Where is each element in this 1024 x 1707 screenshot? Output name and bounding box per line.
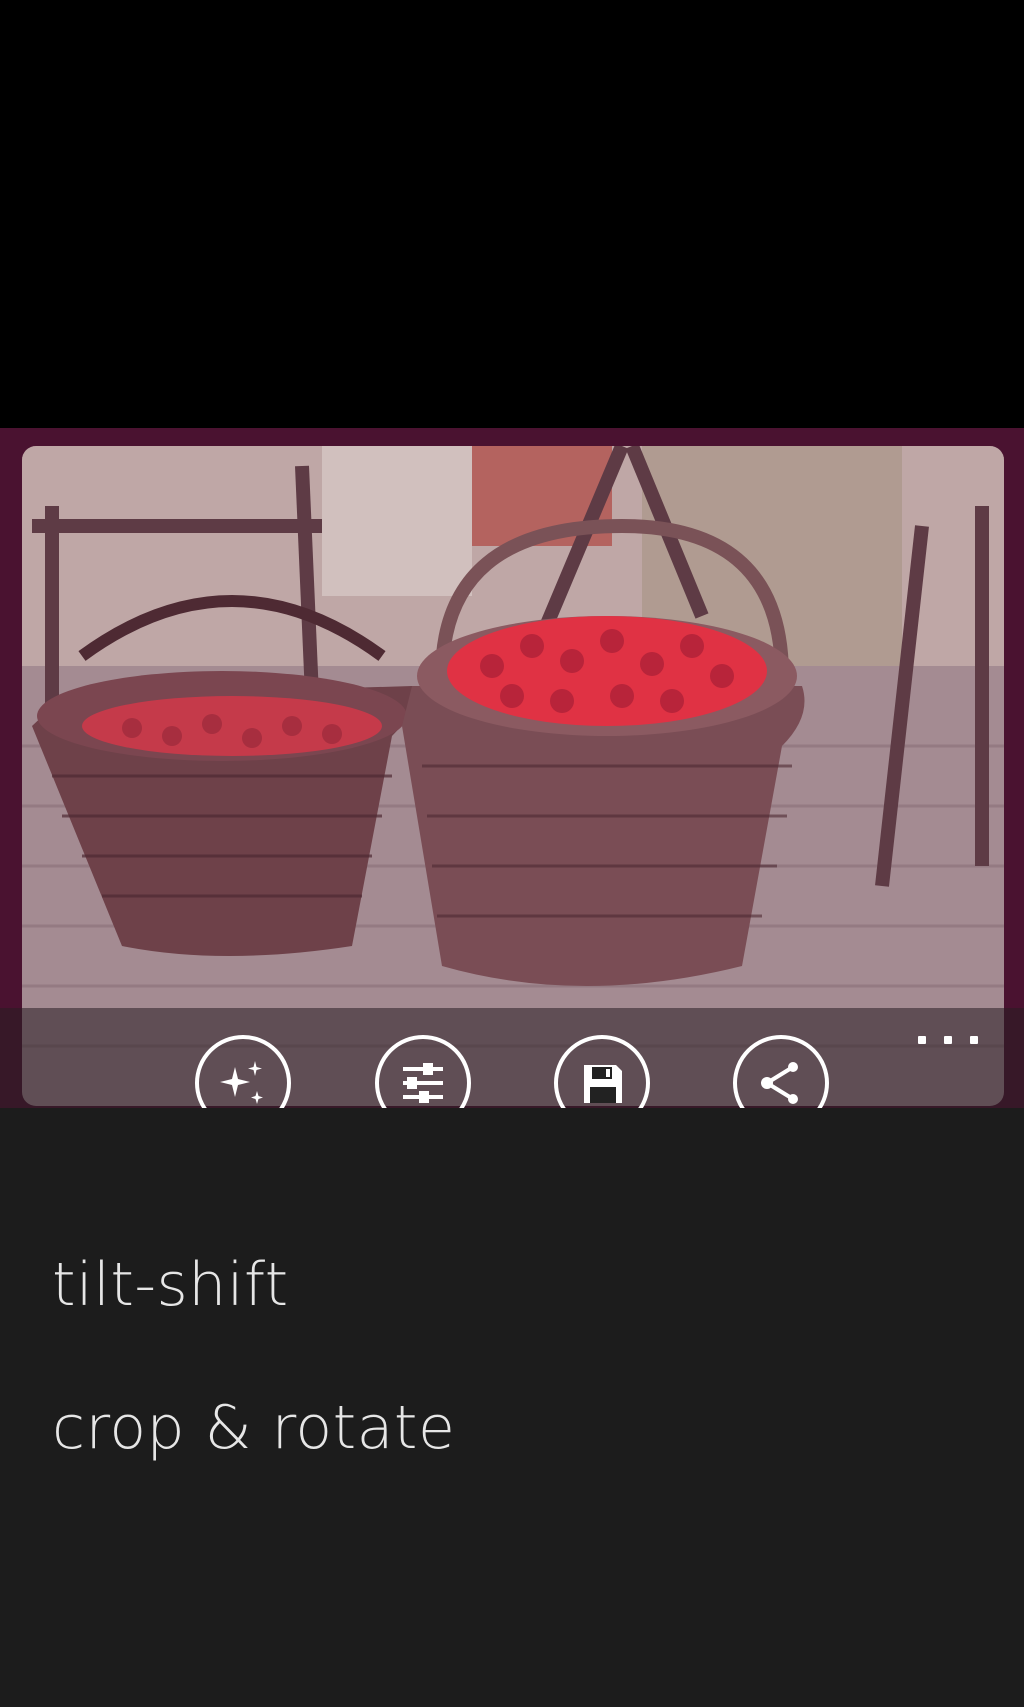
cherry-baskets-illustration [22,446,1004,1106]
photo-frame [0,428,1024,1108]
photo-preview[interactable] [22,446,1004,1106]
top-blank-area [0,0,1024,428]
app-bar [0,1008,1024,1108]
menu-item-tilt-shift[interactable]: tilt-shift [52,1250,289,1320]
more-options-button[interactable] [918,1028,978,1052]
ellipsis-icon [918,1036,926,1044]
menu-item-crop-rotate[interactable]: crop & rotate [52,1393,455,1463]
